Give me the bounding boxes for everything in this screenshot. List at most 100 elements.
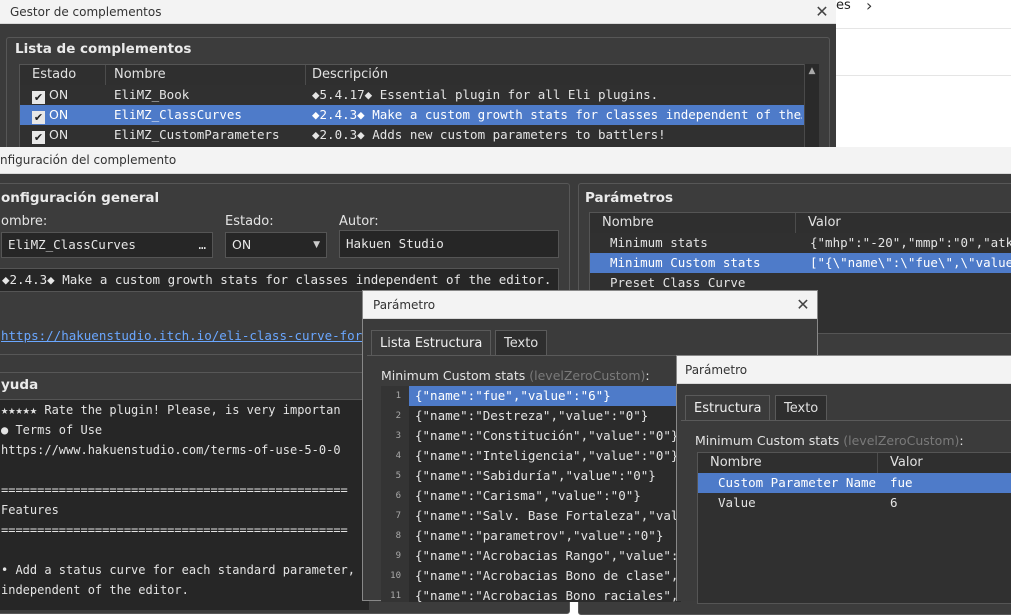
structure-list[interactable]: 1 {"name":"fue","value":"6"} 2 {"name":"De… xyxy=(381,386,681,602)
more-icon[interactable]: … xyxy=(198,233,206,257)
structure-field-value: fue xyxy=(890,475,913,490)
plugin-list-table: Estado Nombre Descripción ✔ ON EliMZ_Book… xyxy=(19,64,805,160)
close-icon[interactable]: ✕ xyxy=(791,293,815,317)
list-item-text: {"name":"Destreza","value":"0"} xyxy=(415,408,649,423)
list-item[interactable]: 11 {"name":"Acrobacias Bono raciales","va xyxy=(381,586,681,602)
chevron-right-icon[interactable]: › xyxy=(866,0,872,15)
plugin-row[interactable]: ✔ ON EliMZ_Book ◆5.4.17◆ Essential plugin… xyxy=(20,85,804,105)
checkbox-checked-icon[interactable]: ✔ xyxy=(32,111,45,124)
line-number: 4 xyxy=(395,451,401,461)
help-line xyxy=(0,540,369,560)
help-link[interactable]: https://hakuenstudio.itch.io/eli-class-c… xyxy=(1,328,407,343)
parameters-title: Parámetros xyxy=(585,190,674,206)
plugin-name: EliMZ_ClassCurves xyxy=(114,107,242,122)
parameter-dialog-title: Parámetro xyxy=(685,363,748,377)
structure-label-name: Minimum Custom stats xyxy=(381,368,526,383)
help-line: Features xyxy=(1,503,59,517)
parameter-dialog-titlebar: Parámetro xyxy=(677,356,1011,384)
state-label: Estado: xyxy=(225,214,274,229)
line-number: 7 xyxy=(395,511,401,521)
tab-estructura[interactable]: Estructura xyxy=(685,395,771,421)
parameter-row-selected[interactable]: Minimum Custom stats ["{\"name\":\"fue\"… xyxy=(590,253,1011,273)
structure-row[interactable]: Value 6 xyxy=(698,493,1011,513)
help-line: ★★★★★ Rate the plugin! Please, is very i… xyxy=(1,403,341,417)
plugin-description: ◆5.4.17◆ Essential plugin for all Eli pl… xyxy=(312,87,659,102)
tab-texto[interactable]: Texto xyxy=(775,395,828,421)
plugin-name-field[interactable]: EliMZ_ClassCurves … xyxy=(1,232,213,258)
structure-label-id: (levelZeroCustom) xyxy=(843,433,960,448)
tab-content-border xyxy=(681,420,1011,421)
line-number: 8 xyxy=(395,531,401,541)
background-divider xyxy=(836,75,1011,76)
column-header-valor[interactable]: Valor xyxy=(796,213,1011,233)
checkbox-checked-icon[interactable]: ✔ xyxy=(32,91,45,104)
tab-texto[interactable]: Texto xyxy=(495,330,548,356)
chevron-down-icon[interactable]: ▼ xyxy=(313,233,320,257)
list-item[interactable]: 3 {"name":"Constitución","value":"0"} xyxy=(381,426,681,446)
tab-lista-estructura[interactable]: Lista Estructura xyxy=(371,330,492,356)
scroll-up-icon[interactable]: ▲ xyxy=(805,64,819,78)
help-line xyxy=(0,460,369,480)
plugin-list-scrollbar[interactable]: ▲ xyxy=(804,64,819,158)
list-item[interactable]: 2 {"name":"Destreza","value":"0"} xyxy=(381,406,681,426)
description-field[interactable]: ◆2.4.3◆ Make a custom growth stats for c… xyxy=(0,268,559,292)
structure-row-selected[interactable]: Custom Parameter Name fue xyxy=(698,473,1011,493)
parameter-dialog-titlebar: Parámetro ✕ xyxy=(363,291,817,319)
line-number: 1 xyxy=(395,391,401,401)
author-value: Hakuen Studio xyxy=(346,236,444,251)
help-line: https://www.hakuenstudio.com/terms-of-us… xyxy=(1,443,341,457)
author-label: Autor: xyxy=(339,214,379,229)
structure-label-colon: : xyxy=(645,368,650,383)
list-item-text: {"name":"Salv. Base Fortaleza","value" xyxy=(415,508,681,523)
list-item[interactable]: 5 {"name":"Sabiduría","value":"0"} xyxy=(381,466,681,486)
structure-label-id: (levelZeroCustom) xyxy=(529,368,646,383)
column-header-nombre[interactable]: Nombre xyxy=(106,65,306,85)
plugin-state[interactable]: ✔ ON xyxy=(32,85,68,105)
plugin-state-label: ON xyxy=(49,127,69,142)
list-item-text: {"name":"Constitución","value":"0"} xyxy=(415,428,679,443)
column-header-estado[interactable]: Estado xyxy=(20,65,106,85)
help-text-area[interactable]: ★★★★★ Rate the plugin! Please, is very i… xyxy=(0,399,369,610)
plugin-row[interactable]: ✔ ON EliMZ_CustomParameters ◆2.0.3◆ Adds … xyxy=(20,125,804,145)
parameter-row[interactable]: Minimum stats {"mhp":"-20","mmp":"0","at… xyxy=(590,233,1011,253)
close-icon[interactable]: ✕ xyxy=(810,0,834,24)
plugin-state[interactable]: ✔ ON xyxy=(32,125,68,145)
list-item[interactable]: 6 {"name":"Carisma","value":"0"} xyxy=(381,486,681,506)
structure-header: Nombre Valor xyxy=(698,453,1011,473)
plugin-state[interactable]: ✔ ON xyxy=(32,105,68,125)
list-item-text: {"name":"parametrov","value":"0"} xyxy=(415,528,664,543)
plugin-manager-window: Gestor de complementos ✕ Lista de comple… xyxy=(0,0,836,160)
structure-label-colon: : xyxy=(959,433,964,448)
list-item[interactable]: 1 {"name":"fue","value":"6"} xyxy=(381,386,681,406)
manager-titlebar: Gestor de complementos ✕ xyxy=(0,0,836,24)
help-title: yuda xyxy=(1,377,39,393)
column-header-descripcion[interactable]: Descripción xyxy=(306,65,804,85)
state-select[interactable]: ON ▼ xyxy=(225,232,327,258)
help-line: ========================================… xyxy=(1,483,348,497)
parameters-header: Nombre Valor xyxy=(590,213,1011,233)
structure-label: Minimum Custom stats (levelZeroCustom): xyxy=(695,433,964,448)
column-header-nombre[interactable]: Nombre xyxy=(698,453,878,473)
list-item-text: {"name":"Carisma","value":"0"} xyxy=(415,488,641,503)
background-divider xyxy=(836,28,1011,29)
list-item[interactable]: 8 {"name":"parametrov","value":"0"} xyxy=(381,526,681,546)
parameter-name: Minimum stats xyxy=(610,235,708,250)
list-item[interactable]: 7 {"name":"Salv. Base Fortaleza","value" xyxy=(381,506,681,526)
list-item[interactable]: 9 {"name":"Acrobacias Rango","value":"0" xyxy=(381,546,681,566)
line-number: 3 xyxy=(395,431,401,441)
list-item-text: {"name":"Acrobacias Bono de clase","va xyxy=(415,568,681,583)
checkbox-checked-icon[interactable]: ✔ xyxy=(32,131,45,144)
list-item[interactable]: 4 {"name":"Inteligencia","value":"0"} xyxy=(381,446,681,466)
structure-field-value: 6 xyxy=(890,495,898,510)
plugin-name: EliMZ_Book xyxy=(114,87,190,102)
column-header-nombre[interactable]: Nombre xyxy=(590,213,796,233)
plugin-description: ◆2.4.3◆ Make a custom growth stats for c… xyxy=(312,107,802,122)
structure-field-name: Custom Parameter Name xyxy=(718,475,877,490)
column-header-valor[interactable]: Valor xyxy=(878,453,1011,473)
list-item-text: {"name":"Acrobacias Rango","value":"0" xyxy=(415,548,681,563)
author-field[interactable]: Hakuen Studio xyxy=(339,230,559,258)
plugin-row-selected[interactable]: ✔ ON EliMZ_ClassCurves ◆2.4.3◆ Make a cus… xyxy=(20,105,804,125)
description-value: ◆2.4.3◆ Make a custom growth stats for c… xyxy=(2,272,552,287)
list-item[interactable]: 10 {"name":"Acrobacias Bono de clase","va xyxy=(381,566,681,586)
line-number: 9 xyxy=(395,551,401,561)
